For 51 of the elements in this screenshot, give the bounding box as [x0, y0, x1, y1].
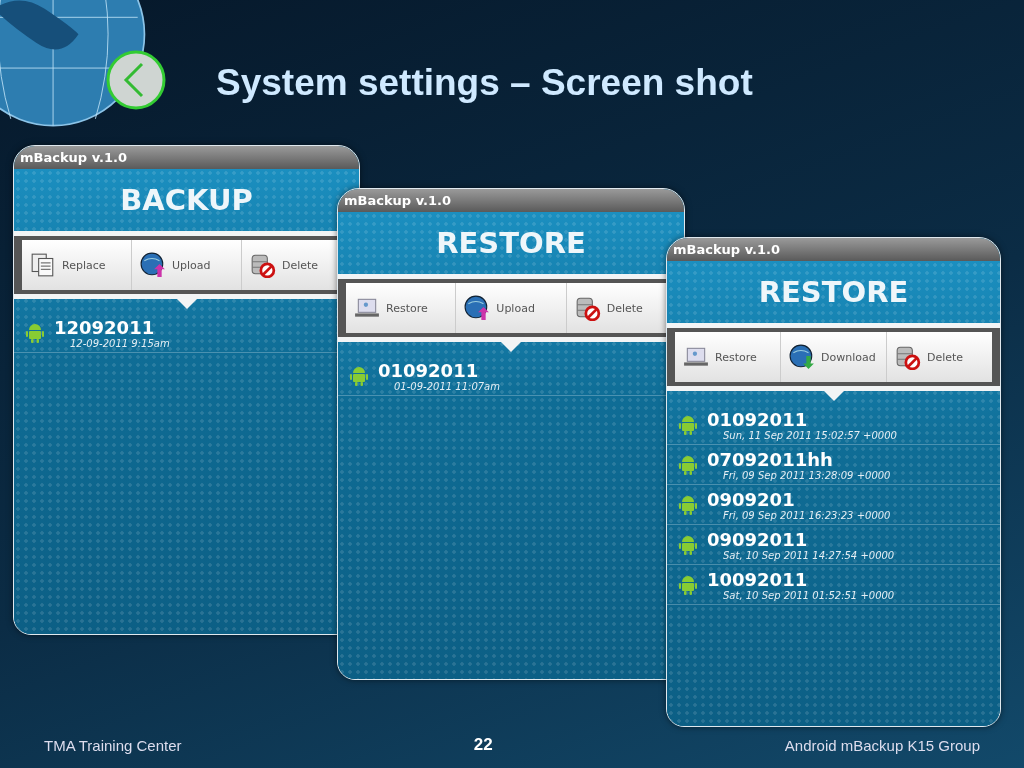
android-icon: [26, 323, 44, 343]
android-icon: [679, 575, 697, 595]
screen-heading: BACKUP: [120, 183, 253, 217]
screen-heading: RESTORE: [436, 226, 586, 260]
backup-list-item[interactable]: 09092011 Sat, 10 Sep 2011 14:27:54 +0000: [667, 525, 1000, 565]
android-icon: [679, 455, 697, 475]
documents-icon: [30, 252, 56, 278]
backup-list-item[interactable]: 0909201 Fri, 09 Sep 2011 16:23:23 +0000: [667, 485, 1000, 525]
action-button[interactable]: Upload: [456, 283, 567, 333]
android-icon: [679, 495, 697, 515]
backup-name: 01092011: [707, 409, 809, 430]
backup-name: 10092011: [707, 569, 809, 590]
backup-date: Sun, 11 Sep 2011 15:02:57 +0000: [723, 430, 897, 441]
backup-name: 0909201: [707, 489, 796, 510]
globe-upload-icon: [464, 295, 491, 321]
footer-project: Android mBackup K15 Group: [784, 736, 980, 754]
backup-list-item[interactable]: 10092011 Sat, 10 Sep 2011 01:52:51 +0000: [667, 565, 1000, 605]
page-number: 22: [473, 735, 493, 755]
android-icon: [679, 415, 697, 435]
backup-date: 12-09-2011 9:15am: [70, 338, 170, 349]
backup-date: Fri, 09 Sep 2011 16:23:23 +0000: [723, 510, 891, 521]
globe-upload-icon: [140, 252, 166, 278]
action-button[interactable]: Restore: [675, 332, 781, 382]
screen-heading: RESTORE: [758, 275, 909, 309]
action-button[interactable]: Replace: [22, 240, 132, 290]
android-icon: [679, 535, 697, 555]
backup-list-item[interactable]: 07092011hh Fri, 09 Sep 2011 13:28:09 +0000: [667, 445, 1000, 485]
globe-download-icon: [789, 344, 815, 370]
backup-name: 12092011: [54, 317, 156, 338]
database-delete-icon: [250, 252, 276, 278]
android-icon: [350, 366, 368, 386]
backup-list-item[interactable]: 01092011 Sun, 11 Sep 2011 15:02:57 +0000: [667, 405, 1000, 445]
database-delete-icon: [895, 344, 921, 370]
back-button-icon[interactable]: [106, 50, 166, 110]
footer-organization: TMA Training Center: [44, 736, 182, 754]
backup-date: 01-09-2011 11:07am: [394, 381, 500, 392]
slide-title: System settings – Screen shot: [216, 62, 753, 104]
app-title: mBackup v.1.0: [673, 242, 781, 257]
action-button[interactable]: Download: [781, 332, 887, 382]
database-delete-icon: [574, 295, 601, 321]
backup-name: 01092011: [378, 360, 480, 381]
backup-date: Sat, 10 Sep 2011 14:27:54 +0000: [723, 550, 895, 561]
backup-name: 09092011: [707, 529, 809, 550]
app-title: mBackup v.1.0: [344, 193, 452, 208]
backup-name: 07092011hh: [707, 449, 834, 470]
action-button[interactable]: Restore: [346, 283, 457, 333]
action-button[interactable]: Delete: [887, 332, 992, 382]
action-button[interactable]: Upload: [132, 240, 242, 290]
backup-date: Fri, 09 Sep 2011 13:28:09 +0000: [723, 470, 891, 481]
backup-date: Sat, 10 Sep 2011 01:52:51 +0000: [723, 590, 895, 601]
app-title: mBackup v.1.0: [20, 150, 128, 165]
